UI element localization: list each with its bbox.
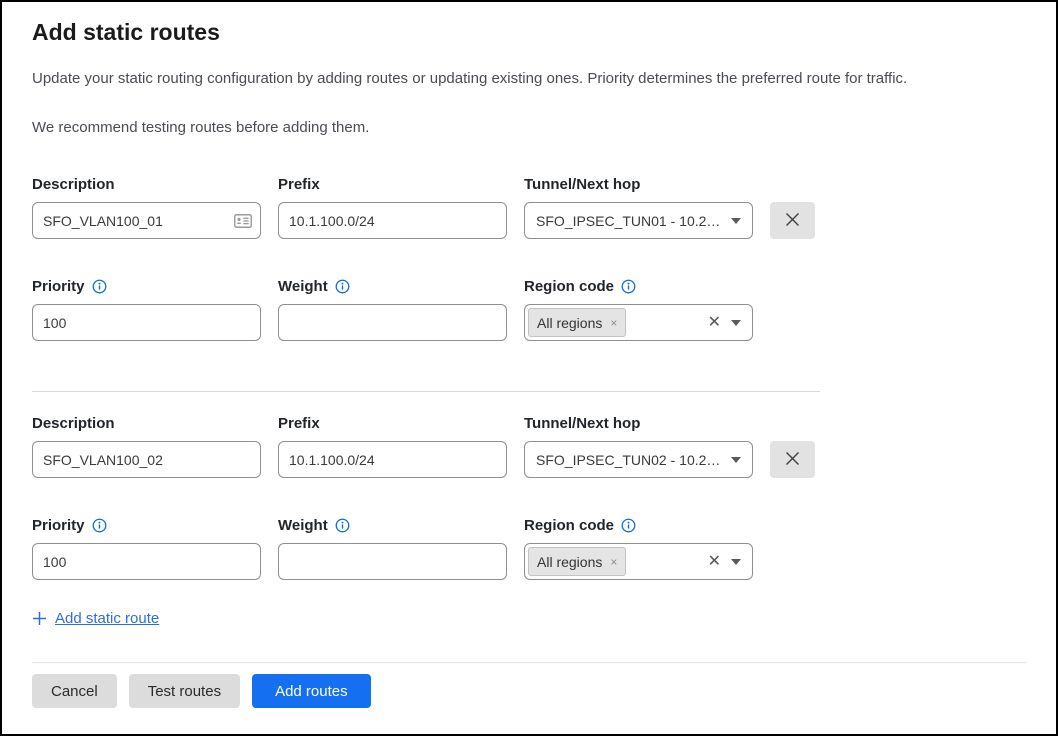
info-icon[interactable] (621, 518, 636, 533)
prefix-label: Prefix (278, 415, 507, 432)
test-routes-button[interactable]: Test routes (129, 674, 240, 708)
prefix-input[interactable] (278, 202, 507, 239)
priority-input[interactable] (32, 304, 261, 341)
page-title: Add static routes (32, 19, 1026, 46)
region-tag-label: All regions (537, 554, 602, 570)
cancel-button[interactable]: Cancel (32, 674, 117, 708)
region-tag: All regions × (528, 547, 626, 576)
region-tag-label: All regions (537, 315, 602, 331)
remove-route-button[interactable] (770, 441, 815, 478)
dialog-footer: Cancel Test routes Add routes (32, 662, 1026, 734)
close-icon (785, 451, 800, 469)
priority-label-text: Priority (32, 517, 85, 534)
close-icon (785, 212, 800, 230)
info-icon[interactable] (92, 279, 107, 294)
footer-divider (32, 662, 1026, 663)
contact-card-icon[interactable] (234, 214, 252, 228)
region-code-select[interactable]: All regions × ✕ (524, 304, 753, 341)
add-static-route-link[interactable]: Add static route (32, 610, 159, 627)
plus-icon (32, 611, 47, 626)
tunnel-next-hop-label: Tunnel/Next hop (524, 176, 753, 193)
chevron-down-icon (731, 320, 741, 326)
region-code-label: Region code (524, 278, 753, 295)
weight-label: Weight (278, 278, 507, 295)
weight-label-text: Weight (278, 278, 328, 295)
region-code-label-text: Region code (524, 278, 614, 295)
info-icon[interactable] (335, 279, 350, 294)
tunnel-next-hop-value: SFO_IPSEC_TUN01 - 10.25... (536, 213, 721, 229)
priority-input[interactable] (32, 543, 261, 580)
prefix-input[interactable] (278, 441, 507, 478)
route-group-1: Description Prefix Tunnel/Next hop SFO_I… (32, 176, 1026, 341)
remove-tag-icon[interactable]: × (610, 556, 617, 568)
intro-text: Update your static routing configuration… (32, 69, 1026, 89)
region-tag: All regions × (528, 308, 626, 337)
info-icon[interactable] (335, 518, 350, 533)
prefix-label: Prefix (278, 176, 507, 193)
tunnel-next-hop-value: SFO_IPSEC_TUN02 - 10.25... (536, 452, 721, 468)
recommendation-text: We recommend testing routes before addin… (32, 118, 1026, 138)
info-icon[interactable] (92, 518, 107, 533)
tunnel-next-hop-select[interactable]: SFO_IPSEC_TUN01 - 10.25... (524, 202, 753, 239)
weight-input[interactable] (278, 304, 507, 341)
description-input[interactable] (32, 441, 261, 478)
add-routes-button[interactable]: Add routes (252, 674, 371, 708)
tunnel-next-hop-select[interactable]: SFO_IPSEC_TUN02 - 10.25... (524, 441, 753, 478)
region-code-select[interactable]: All regions × ✕ (524, 543, 753, 580)
priority-label: Priority (32, 517, 261, 534)
chevron-down-icon (731, 559, 741, 565)
chevron-down-icon (731, 218, 741, 224)
region-code-label: Region code (524, 517, 753, 534)
add-static-route-label: Add static route (55, 610, 159, 627)
add-static-routes-dialog: Add static routes Update your static rou… (0, 0, 1058, 736)
remove-route-button[interactable] (770, 202, 815, 239)
route-groups-divider (32, 391, 820, 392)
weight-label: Weight (278, 517, 507, 534)
remove-tag-icon[interactable]: × (610, 317, 617, 329)
weight-input[interactable] (278, 543, 507, 580)
weight-label-text: Weight (278, 517, 328, 534)
route-group-2: Description Prefix Tunnel/Next hop SFO_I… (32, 415, 1026, 580)
region-code-label-text: Region code (524, 517, 614, 534)
description-label: Description (32, 176, 261, 193)
priority-label-text: Priority (32, 278, 85, 295)
clear-selection-icon[interactable]: ✕ (708, 315, 721, 331)
info-icon[interactable] (621, 279, 636, 294)
clear-selection-icon[interactable]: ✕ (708, 554, 721, 570)
description-input[interactable] (32, 202, 261, 239)
tunnel-next-hop-label: Tunnel/Next hop (524, 415, 753, 432)
priority-label: Priority (32, 278, 261, 295)
description-label: Description (32, 415, 261, 432)
chevron-down-icon (731, 457, 741, 463)
